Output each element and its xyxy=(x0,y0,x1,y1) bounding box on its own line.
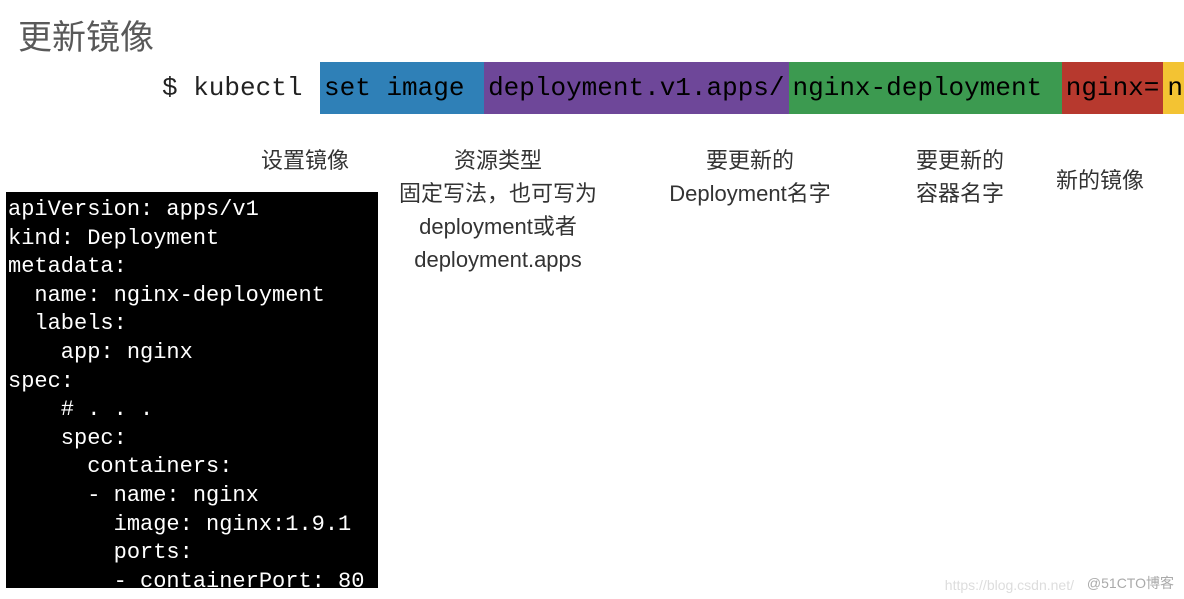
annot-resource-type: 资源类型 固定写法，也可写为 deployment或者 deployment.a… xyxy=(384,144,612,276)
annot-resource-type-l3: deployment或者 xyxy=(384,210,612,243)
annot-container-name-l1: 要更新的 xyxy=(900,144,1020,177)
command-row: $ kubectl set image deployment.v1.apps/ … xyxy=(0,62,1184,114)
annot-deployment-name: 要更新的 Deployment名字 xyxy=(640,144,860,210)
segment-resource-type: deployment.v1.apps/ xyxy=(484,62,788,114)
annot-resource-type-l1: 资源类型 xyxy=(384,144,612,177)
annot-resource-type-l2: 固定写法，也可写为 xyxy=(384,177,612,210)
page-title: 更新镜像 xyxy=(18,10,154,59)
annot-container-name: 要更新的 容器名字 xyxy=(900,144,1020,210)
command-prefix: $ kubectl xyxy=(0,62,320,114)
annot-resource-type-l4: deployment.apps xyxy=(384,243,612,276)
segment-image: nginx:1.9.1 xyxy=(1163,62,1184,114)
watermark-url: https://blog.csdn.net/ xyxy=(945,577,1074,593)
annot-new-image: 新的镜像 xyxy=(1035,164,1165,197)
annot-deployment-name-l2: Deployment名字 xyxy=(640,177,860,210)
segment-set-image: set image xyxy=(320,62,484,114)
annot-container-name-l2: 容器名字 xyxy=(900,177,1020,210)
watermark: @51CTO博客 xyxy=(1087,573,1174,593)
segment-deployment: nginx-deployment xyxy=(789,62,1062,114)
segment-container: nginx= xyxy=(1062,62,1164,114)
annot-set-image: 设置镜像 xyxy=(245,144,365,177)
annot-deployment-name-l1: 要更新的 xyxy=(640,144,860,177)
yaml-block: apiVersion: apps/v1 kind: Deployment met… xyxy=(6,192,378,588)
